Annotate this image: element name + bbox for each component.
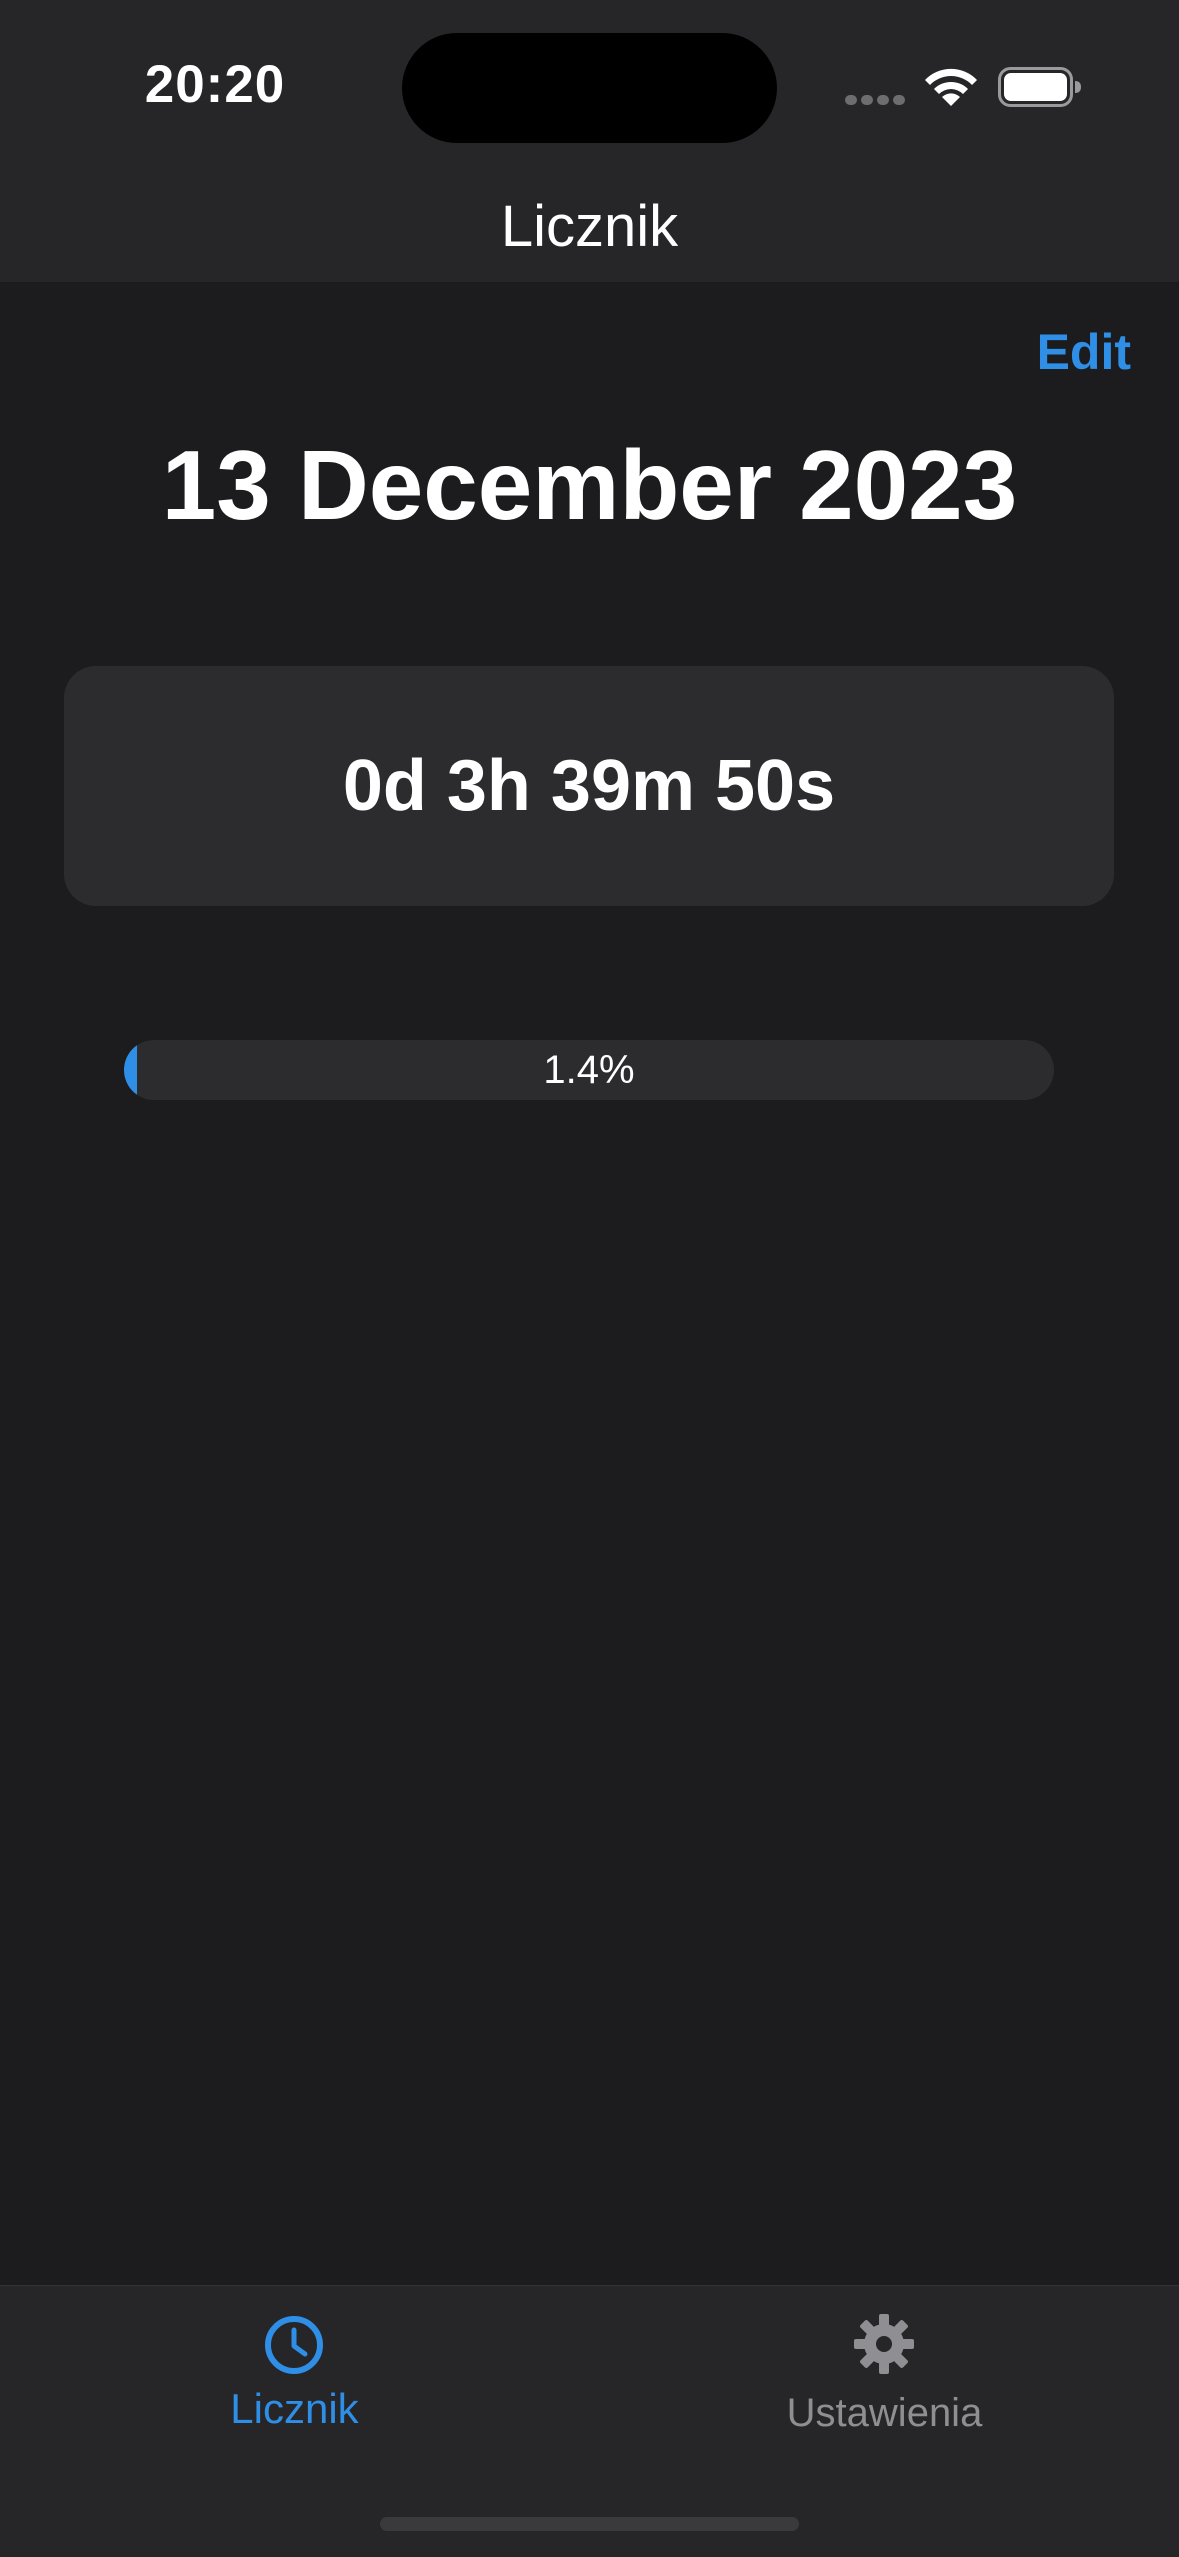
- clock-icon: [265, 2316, 323, 2374]
- wifi-icon: [925, 68, 977, 106]
- top-bar: 20:20 Licznik: [0, 0, 1179, 283]
- battery-icon: [998, 67, 1081, 107]
- home-indicator: [380, 2517, 799, 2531]
- tab-ustawienia[interactable]: Ustawienia: [590, 2286, 1179, 2486]
- dynamic-island: [402, 33, 777, 143]
- status-time: 20:20: [144, 55, 286, 114]
- edit-button[interactable]: Edit: [1037, 322, 1131, 382]
- elapsed-counter: 0d 3h 39m 50s: [342, 746, 836, 826]
- tab-label-licznik: Licznik: [230, 2385, 359, 2432]
- date-heading: 13 December 2023: [161, 430, 1018, 540]
- gear-icon: [854, 2314, 914, 2374]
- counter-card: 0d 3h 39m 50s: [64, 666, 1114, 906]
- tab-licznik[interactable]: Licznik: [0, 2286, 589, 2486]
- progress-bar: 1.4%: [124, 1040, 1054, 1100]
- tab-label-ustawienia: Ustawienia: [786, 2391, 983, 2435]
- page-title: Licznik: [500, 194, 679, 259]
- tab-bar: Licznik Ustawienia: [0, 2285, 1179, 2557]
- progress-label: 1.4%: [543, 1048, 635, 1092]
- cellular-signal-icon: [845, 95, 905, 105]
